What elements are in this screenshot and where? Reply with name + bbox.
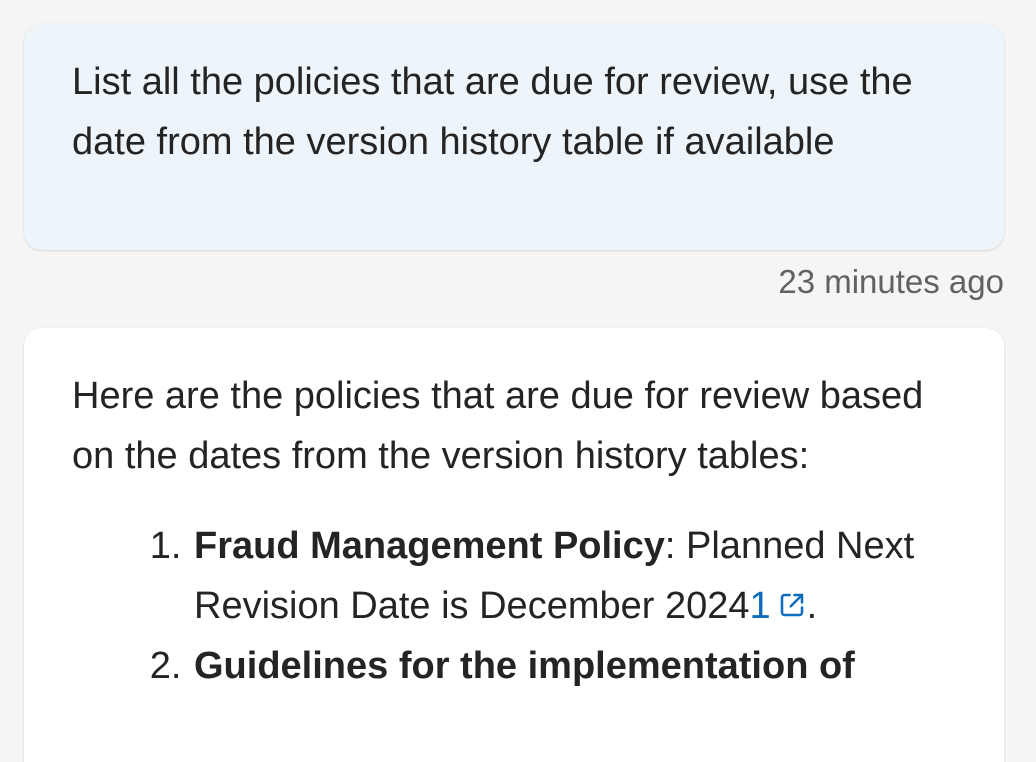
assistant-message-bubble: Here are the policies that are due for r… bbox=[24, 328, 1004, 762]
policy-list: Fraud Management Policy: Planned Next Re… bbox=[72, 516, 944, 696]
policy-name: Fraud Management Policy bbox=[194, 525, 665, 567]
policy-name: Guidelines for the implementation of bbox=[194, 645, 855, 687]
policy-separator: : bbox=[664, 525, 687, 567]
policy-list-item: Fraud Management Policy: Planned Next Re… bbox=[192, 516, 944, 636]
policy-list-item: Guidelines for the implementation of bbox=[192, 636, 944, 696]
external-link-icon bbox=[777, 590, 807, 620]
message-timestamp: 23 minutes ago bbox=[778, 263, 1004, 300]
user-message-text: List all the policies that are due for r… bbox=[72, 61, 913, 163]
user-message-bubble: List all the policies that are due for r… bbox=[24, 24, 1004, 250]
assistant-intro-text: Here are the policies that are due for r… bbox=[72, 375, 924, 477]
policy-trailing: . bbox=[806, 585, 818, 627]
citation-link[interactable]: 1 bbox=[750, 585, 807, 627]
chat-transcript: List all the policies that are due for r… bbox=[0, 0, 1036, 762]
citation-number: 1 bbox=[749, 585, 771, 627]
